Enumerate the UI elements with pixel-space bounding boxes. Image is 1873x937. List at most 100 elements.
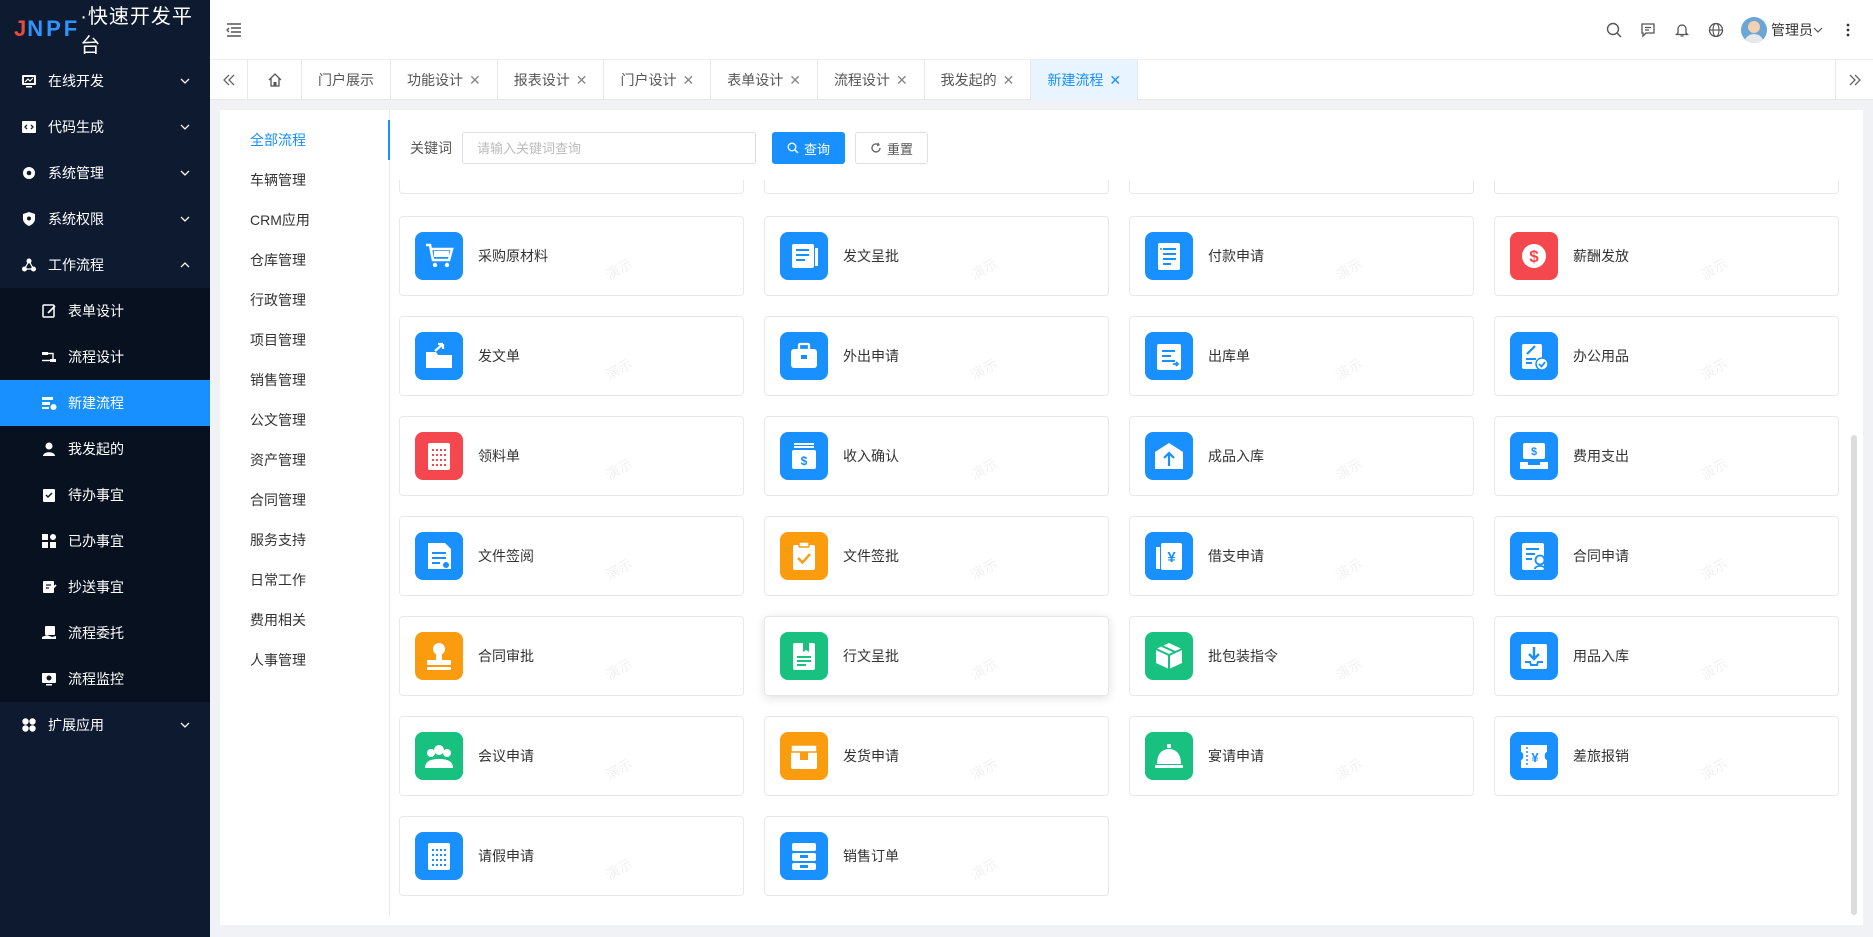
category-item[interactable]: 服务支持 — [220, 520, 389, 560]
flow-card-label: 领料单 — [478, 448, 520, 464]
flow-card[interactable]: 行文呈批 演示 — [764, 616, 1109, 696]
sidebar-item-code-gen[interactable]: 代码生成 — [0, 104, 210, 150]
category-item[interactable]: 公文管理 — [220, 400, 389, 440]
flow-card[interactable]: 采购原材料 演示 — [399, 216, 744, 296]
category-item[interactable]: 车辆管理 — [220, 160, 389, 200]
flow-card[interactable]: ¥ 借支申请 演示 — [1129, 516, 1474, 596]
search-input[interactable] — [462, 132, 756, 164]
inbox-download-icon — [1510, 632, 1558, 680]
globe-icon[interactable] — [1707, 21, 1725, 39]
close-icon[interactable]: ✕ — [1003, 72, 1015, 89]
close-icon[interactable]: ✕ — [682, 72, 694, 89]
bell-icon[interactable] — [1673, 21, 1691, 39]
flow-card[interactable]: 领料单 演示 — [399, 416, 744, 496]
sidebar-sub-flow-design[interactable]: 流程设计 — [0, 334, 210, 380]
category-item[interactable]: 费用相关 — [220, 600, 389, 640]
sidebar-item-workflow[interactable]: 工作流程 — [0, 242, 210, 288]
material-list-icon-glyph — [428, 443, 450, 470]
sidebar-item-online-dev[interactable]: 在线开发 — [0, 58, 210, 104]
tab-form-design[interactable]: 表单设计 ✕ — [711, 60, 818, 100]
tab-scroll-left[interactable] — [210, 60, 248, 100]
sidebar-item-label: 扩展应用 — [48, 717, 104, 733]
flow-card[interactable]: 请假申请 演示 — [399, 816, 744, 896]
tab-report-design[interactable]: 报表设计 ✕ — [498, 60, 605, 100]
sidebar-item-extensions[interactable]: 扩展应用 — [0, 702, 210, 748]
reset-button[interactable]: 重置 — [855, 132, 929, 164]
category-item[interactable]: 资产管理 — [220, 440, 389, 480]
close-icon[interactable]: ✕ — [469, 72, 481, 89]
flow-card[interactable]: 发货申请 演示 — [764, 716, 1109, 796]
flow-card[interactable]: $ 薪酬发放 演示 — [1494, 216, 1839, 296]
message-icon[interactable] — [1639, 21, 1657, 39]
flow-card[interactable]: 发文呈批 演示 — [764, 216, 1109, 296]
tab-home[interactable] — [248, 60, 302, 100]
chevron-down-icon — [180, 78, 190, 84]
close-icon[interactable]: ✕ — [576, 72, 588, 89]
sidebar-sub-monitor[interactable]: 流程监控 — [0, 656, 210, 702]
flow-card[interactable]: 宴请申请 演示 — [1129, 716, 1474, 796]
tab-portal-design[interactable]: 门户设计 ✕ — [604, 60, 712, 100]
sidebar-sub-done[interactable]: 已办事宜 — [0, 518, 210, 564]
tab-my-initiated[interactable]: 我发起的 ✕ — [925, 60, 1032, 100]
user-menu[interactable]: 管理员 — [1741, 16, 1823, 43]
sidebar-item-system[interactable]: 系统管理 — [0, 150, 210, 196]
flow-card[interactable]: 会议申请 演示 — [399, 716, 744, 796]
query-button[interactable]: 查询 — [772, 132, 846, 164]
travel-ticket-icon-glyph: ¥ — [1521, 745, 1547, 768]
tab-function-design[interactable]: 功能设计 ✕ — [391, 60, 498, 100]
category-item[interactable]: CRM应用 — [220, 200, 389, 240]
sidebar-sub-form-design[interactable]: 表单设计 — [0, 288, 210, 334]
category-item[interactable]: 项目管理 — [220, 320, 389, 360]
sidebar-item-label: 代码生成 — [48, 119, 104, 135]
flow-card-partial[interactable] — [1494, 180, 1839, 194]
flow-card[interactable]: 合同申请 演示 — [1494, 516, 1839, 596]
app-logo[interactable]: J NPF ·快速开发平台 — [0, 0, 210, 58]
search-icon[interactable] — [1605, 21, 1623, 39]
category-item[interactable]: 仓库管理 — [220, 240, 389, 280]
flow-card-partial[interactable] — [764, 180, 1109, 194]
close-icon[interactable]: ✕ — [789, 72, 801, 89]
category-item[interactable]: 销售管理 — [220, 360, 389, 400]
scrollbar[interactable] — [1851, 435, 1857, 915]
collapse-menu-icon[interactable] — [224, 20, 244, 40]
category-item[interactable]: 日常工作 — [220, 560, 389, 600]
category-item[interactable]: 合同管理 — [220, 480, 389, 520]
search-icon — [787, 142, 799, 154]
dining-bell-icon-glyph — [1155, 744, 1183, 768]
flow-card[interactable]: 办公用品 演示 — [1494, 316, 1839, 396]
close-icon[interactable]: ✕ — [896, 72, 908, 89]
flow-card[interactable]: 合同审批 演示 — [399, 616, 744, 696]
double-chevron-left-icon — [222, 74, 234, 86]
sidebar-sub-todo[interactable]: 待办事宜 — [0, 472, 210, 518]
category-item[interactable]: 人事管理 — [220, 640, 389, 680]
category-item[interactable]: 行政管理 — [220, 280, 389, 320]
sidebar-sub-cc[interactable]: 抄送事宜 — [0, 564, 210, 610]
sidebar-item-permission[interactable]: 系统权限 — [0, 196, 210, 242]
flow-card[interactable]: 发文单 演示 — [399, 316, 744, 396]
tab-portal-display[interactable]: 门户展示 — [302, 60, 391, 100]
more-vertical-icon[interactable] — [1839, 21, 1857, 39]
flow-card[interactable]: 销售订单 演示 — [764, 816, 1109, 896]
tab-scroll-right[interactable] — [1835, 60, 1873, 100]
sidebar-sub-my-initiated[interactable]: 我发起的 — [0, 426, 210, 472]
flow-card-partial[interactable] — [399, 180, 744, 194]
flow-card[interactable]: 文件签批 演示 — [764, 516, 1109, 596]
category-item[interactable]: 全部流程 — [220, 120, 390, 160]
flow-card[interactable]: ¥ 差旅报销 演示 — [1494, 716, 1839, 796]
flow-card[interactable]: $ 收入确认 演示 — [764, 416, 1109, 496]
flow-card[interactable]: 用品入库 演示 — [1494, 616, 1839, 696]
close-icon[interactable]: ✕ — [1109, 72, 1121, 89]
sidebar-sub-delegate[interactable]: 流程委托 — [0, 610, 210, 656]
flow-card[interactable]: 外出申请 演示 — [764, 316, 1109, 396]
flow-card[interactable]: 文件签阅 演示 — [399, 516, 744, 596]
bookmark-doc-icon — [780, 632, 828, 680]
flow-card[interactable]: 成品入库 演示 — [1129, 416, 1474, 496]
flow-card[interactable]: 出库单 演示 — [1129, 316, 1474, 396]
flow-card[interactable]: 付款申请 演示 — [1129, 216, 1474, 296]
sidebar-sub-new-flow[interactable]: 新建流程 — [0, 380, 210, 426]
flow-card[interactable]: 批包装指令 演示 — [1129, 616, 1474, 696]
tab-new-flow[interactable]: 新建流程 ✕ — [1031, 60, 1139, 100]
tab-flow-design[interactable]: 流程设计 ✕ — [818, 60, 925, 100]
flow-card[interactable]: $ 费用支出 演示 — [1494, 416, 1839, 496]
flow-card-partial[interactable] — [1129, 180, 1474, 194]
